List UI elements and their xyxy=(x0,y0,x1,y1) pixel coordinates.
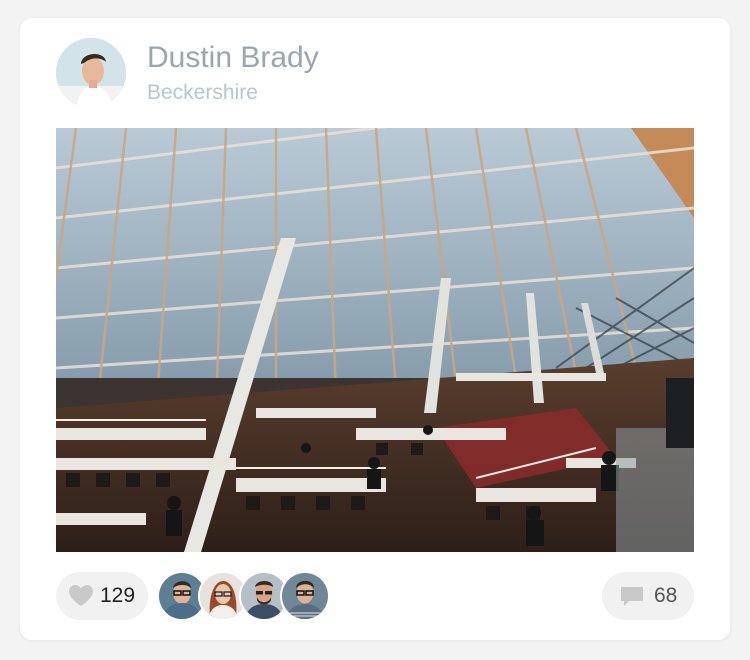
comments-count: 68 xyxy=(654,584,678,607)
library-interior-image xyxy=(56,128,694,552)
likers-avatar-group xyxy=(157,571,330,621)
post-card: Dustin Brady Beckershire 129 68 xyxy=(20,18,730,640)
likes-count: 129 xyxy=(100,584,136,607)
like-button[interactable]: 129 xyxy=(56,572,148,620)
liker-avatar-image xyxy=(282,573,328,619)
author-location: Beckershire xyxy=(147,81,258,104)
heart-icon xyxy=(69,585,93,606)
author-avatar-image xyxy=(56,38,126,108)
author-name[interactable]: Dustin Brady xyxy=(147,40,319,76)
post-photo[interactable] xyxy=(56,128,694,552)
liker-avatar[interactable] xyxy=(280,571,330,621)
author-avatar[interactable] xyxy=(56,38,126,108)
comments-button[interactable]: 68 xyxy=(602,572,694,620)
comment-icon xyxy=(621,587,643,606)
